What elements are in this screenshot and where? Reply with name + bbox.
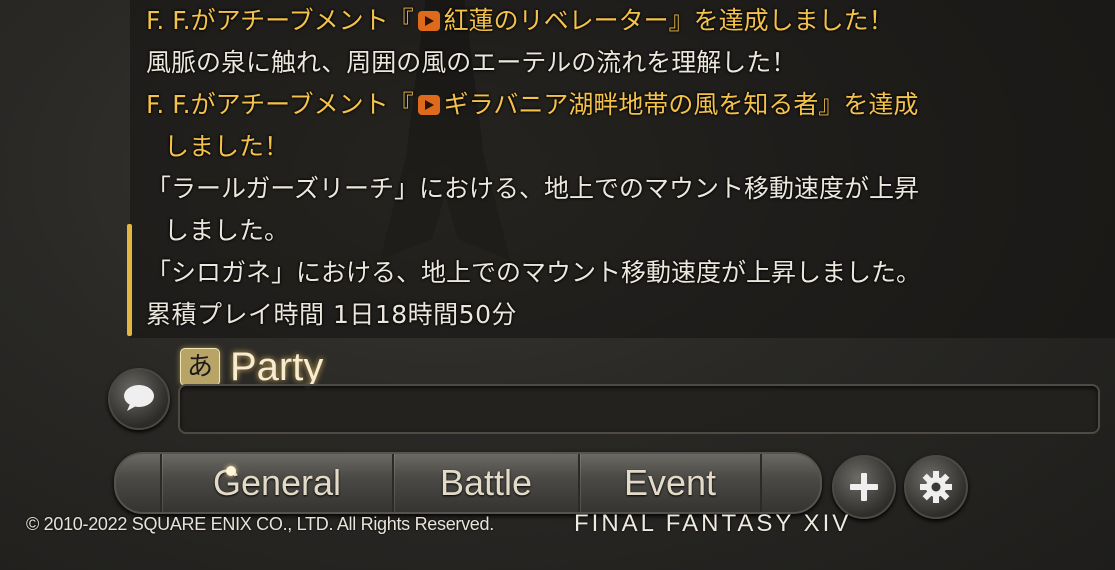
- log-line: しました！: [164, 132, 290, 161]
- chat-settings-button[interactable]: [904, 455, 968, 519]
- game-logo-text: FINAL FANTASY XIV: [574, 510, 852, 537]
- chat-tab-bar: General Battle Event: [114, 452, 822, 514]
- chat-log: F. F.がアチーブメント『 紅蓮のリベレーター』を達成しました！ 風脈の泉に触れ…: [146, 0, 1106, 336]
- active-tab-indicator: [226, 466, 236, 476]
- tab-bar-empty-slot[interactable]: [762, 454, 820, 512]
- speech-bubble-icon: [124, 385, 154, 411]
- log-line: 風脈の泉に触れ、周囲の風のエーテルの流れを理解した！: [146, 48, 797, 77]
- log-line: しました。: [164, 216, 290, 245]
- chat-log-scrollbar[interactable]: [127, 224, 132, 336]
- achievement-link-icon[interactable]: [417, 95, 440, 115]
- channel-name: Party: [230, 344, 324, 389]
- achievement-link[interactable]: 紅蓮のリベレーター: [444, 6, 669, 35]
- ime-mode-badge: あ: [180, 348, 220, 386]
- tab-general[interactable]: General: [162, 454, 394, 512]
- chat-channel-indicator[interactable]: あ Party: [180, 345, 323, 389]
- plus-icon: [850, 473, 878, 501]
- achievement-link[interactable]: ギラバニア湖畔地帯の風を知る者: [444, 90, 819, 119]
- log-line: F. F.がアチーブメント『 ギラバニア湖畔地帯の風を知る者』を達成: [146, 90, 919, 119]
- log-line: 「ラールガーズリーチ」における、地上でのマウント移動速度が上昇: [146, 174, 920, 203]
- chat-input[interactable]: [178, 384, 1100, 434]
- log-line: F. F.がアチーブメント『 紅蓮のリベレーター』を達成しました！: [146, 6, 894, 35]
- log-line: 「シロガネ」における、地上でのマウント移動速度が上昇しました。: [146, 258, 922, 287]
- copyright-notice: © 2010-2022 SQUARE ENIX CO., LTD. All Ri…: [26, 514, 494, 534]
- tab-event[interactable]: Event: [580, 454, 762, 512]
- tab-bar-left-cap: [116, 454, 162, 512]
- chat-mode-button[interactable]: [108, 368, 170, 430]
- log-line: 累積プレイ時間 1日18時間50分: [146, 300, 517, 329]
- tab-label: Event: [623, 462, 717, 503]
- achievement-link-icon[interactable]: [417, 11, 440, 31]
- tab-battle[interactable]: Battle: [394, 454, 580, 512]
- tab-label: Battle: [439, 462, 533, 503]
- gear-icon: [920, 471, 952, 503]
